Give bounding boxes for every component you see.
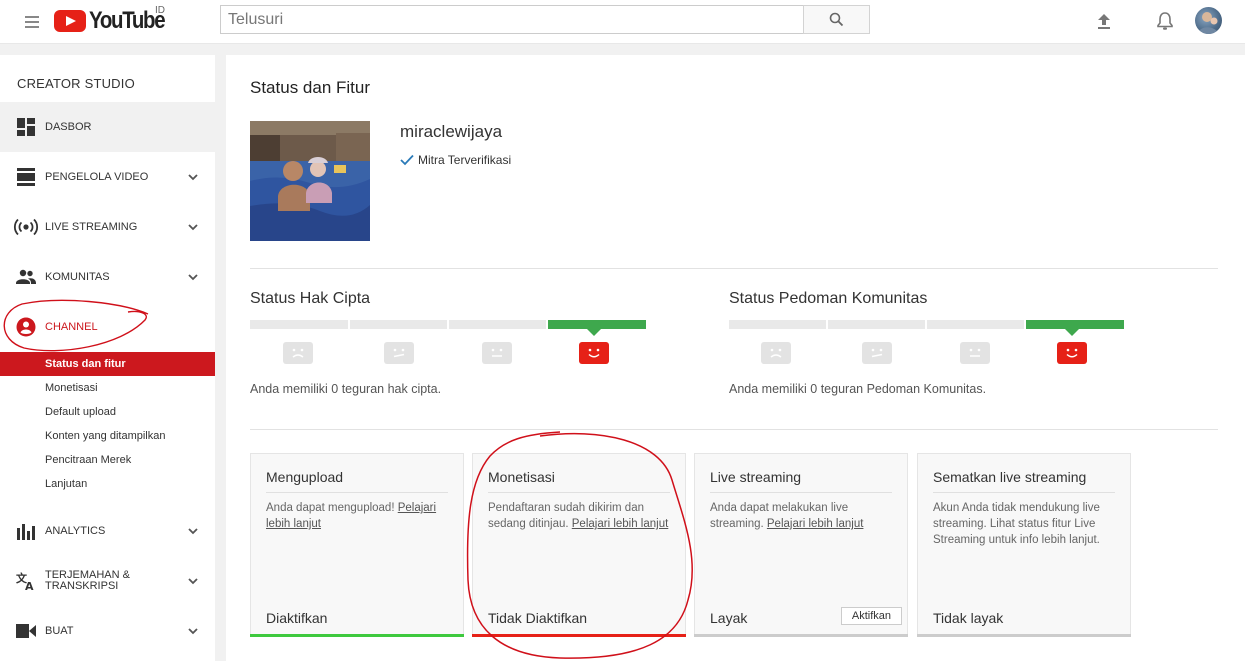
- copyright-status-text: Anda memiliki 0 teguran hak cipta.: [250, 382, 442, 396]
- strike-bar-segment: [729, 320, 826, 329]
- youtube-play-icon: [54, 10, 86, 32]
- community-status-title: Status Pedoman Komunitas: [729, 290, 928, 307]
- channel-thumbnail[interactable]: [250, 121, 370, 241]
- chevron-down-icon[interactable]: [186, 170, 200, 184]
- happy-face-icon: [1057, 342, 1087, 364]
- sidebar-item-pengelola-video[interactable]: PENGELOLA VIDEO: [0, 152, 215, 202]
- country-code: ID: [155, 5, 165, 16]
- card-status-bar: [694, 634, 908, 637]
- sidebar-subitem-default-upload[interactable]: Default upload: [0, 400, 215, 424]
- video-manager-icon: [16, 167, 36, 187]
- neutral-face-icon: [482, 342, 512, 364]
- chevron-down-icon[interactable]: [186, 624, 200, 638]
- chevron-down-icon[interactable]: [186, 270, 200, 284]
- card-status: Tidak layak: [933, 610, 1004, 626]
- create-icon: [16, 621, 36, 641]
- learn-more-link[interactable]: Pelajari lebih lanjut: [767, 518, 864, 530]
- meh-face-icon: [384, 342, 414, 364]
- strike-bar-segment: [449, 320, 546, 329]
- sidebar-subitem-lanjutan[interactable]: Lanjutan: [0, 472, 215, 496]
- learn-more-link[interactable]: Pelajari lebih lanjut: [572, 518, 669, 530]
- strike-bar-segment: [350, 320, 447, 329]
- feature-card-sematkan-live: Sematkan live streaming Akun Anda tidak …: [917, 453, 1131, 637]
- sidebar-item-dasbor[interactable]: DASBOR: [0, 102, 215, 152]
- top-header: YouTube ID Telusuri: [0, 0, 1245, 44]
- card-status-bar: [472, 634, 686, 637]
- sidebar-subitem-konten-ditampilkan[interactable]: Konten yang ditampilkan: [0, 424, 215, 448]
- channel-name[interactable]: miraclewijaya: [400, 122, 502, 142]
- notifications-bell-icon[interactable]: [1153, 9, 1177, 33]
- happy-face-icon: [579, 342, 609, 364]
- upload-icon[interactable]: [1092, 9, 1116, 33]
- sad-face-icon: [283, 342, 313, 364]
- chevron-down-icon[interactable]: [186, 524, 200, 538]
- sidebar-item-komunitas[interactable]: KOMUNITAS: [0, 252, 215, 302]
- sidebar-subitem-pencitraan-merek[interactable]: Pencitraan Merek: [0, 448, 215, 472]
- channel-icon: [16, 317, 36, 337]
- svg-text:A: A: [25, 580, 34, 591]
- search-icon: [829, 12, 844, 27]
- chevron-down-icon[interactable]: [186, 574, 200, 588]
- card-status: Layak: [710, 610, 748, 626]
- sidebar-title: CREATOR STUDIO: [17, 76, 135, 91]
- meh-face-icon: [862, 342, 892, 364]
- sidebar-item-live-streaming[interactable]: LIVE STREAMING: [0, 202, 215, 252]
- sidebar-item-analytics[interactable]: ANALYTICS: [0, 506, 215, 556]
- community-status-text: Anda memiliki 0 teguran Pedoman Komunita…: [729, 382, 987, 396]
- strike-bar-segment: [927, 320, 1024, 329]
- status-pointer: [587, 329, 601, 336]
- strike-bar-segment: [250, 320, 348, 329]
- sidebar: CREATOR STUDIO DASBOR PENGELOLA VIDEO LI…: [0, 55, 215, 661]
- feature-card-mengupload: Mengupload Anda dapat mengupload! Pelaja…: [250, 453, 464, 637]
- card-status-bar: [250, 634, 464, 637]
- analytics-icon: [16, 521, 36, 541]
- translate-icon: 文A: [16, 571, 36, 591]
- chevron-down-icon[interactable]: [186, 220, 200, 234]
- sidebar-item-terjemahan[interactable]: 文A TERJEMAHAN & TRANSKRIPSI: [0, 556, 215, 606]
- community-icon: [16, 267, 36, 287]
- activate-button[interactable]: Aktifkan: [840, 607, 902, 625]
- feature-card-monetisasi: Monetisasi Pendaftaran sudah dikirim dan…: [472, 453, 686, 637]
- sidebar-subitem-status-dan-fitur[interactable]: Status dan fitur: [0, 352, 215, 376]
- card-status-bar: [917, 634, 1131, 637]
- checkmark-icon: [400, 154, 414, 166]
- live-streaming-icon: [13, 217, 39, 237]
- divider: [250, 429, 1218, 430]
- search-button[interactable]: [803, 5, 870, 34]
- sidebar-item-buat[interactable]: BUAT: [0, 606, 215, 656]
- menu-icon[interactable]: [22, 12, 42, 32]
- feature-card-live-streaming: Live streaming Anda dapat melakukan live…: [694, 453, 908, 637]
- account-avatar[interactable]: [1195, 7, 1222, 34]
- verified-status: Mitra Terverifikasi: [400, 153, 511, 167]
- sidebar-item-channel[interactable]: CHANNEL: [0, 302, 215, 352]
- strike-bar-segment: [828, 320, 925, 329]
- status-pointer: [1065, 329, 1079, 336]
- card-status: Diaktifkan: [266, 610, 328, 626]
- main-content: Status dan Fitur miraclewijaya Mitra Ter…: [226, 55, 1245, 661]
- strike-bar-segment-good: [1026, 320, 1124, 329]
- divider: [250, 268, 1218, 269]
- copyright-status-title: Status Hak Cipta: [250, 290, 371, 307]
- sidebar-subitem-monetisasi[interactable]: Monetisasi: [0, 376, 215, 400]
- neutral-face-icon: [960, 342, 990, 364]
- search-input[interactable]: Telusuri: [220, 5, 804, 34]
- page-title: Status dan Fitur: [250, 78, 371, 97]
- card-status: Tidak Diaktifkan: [488, 610, 588, 626]
- sad-face-icon: [761, 342, 791, 364]
- strike-bar-segment-good: [548, 320, 646, 329]
- dashboard-icon: [16, 117, 36, 137]
